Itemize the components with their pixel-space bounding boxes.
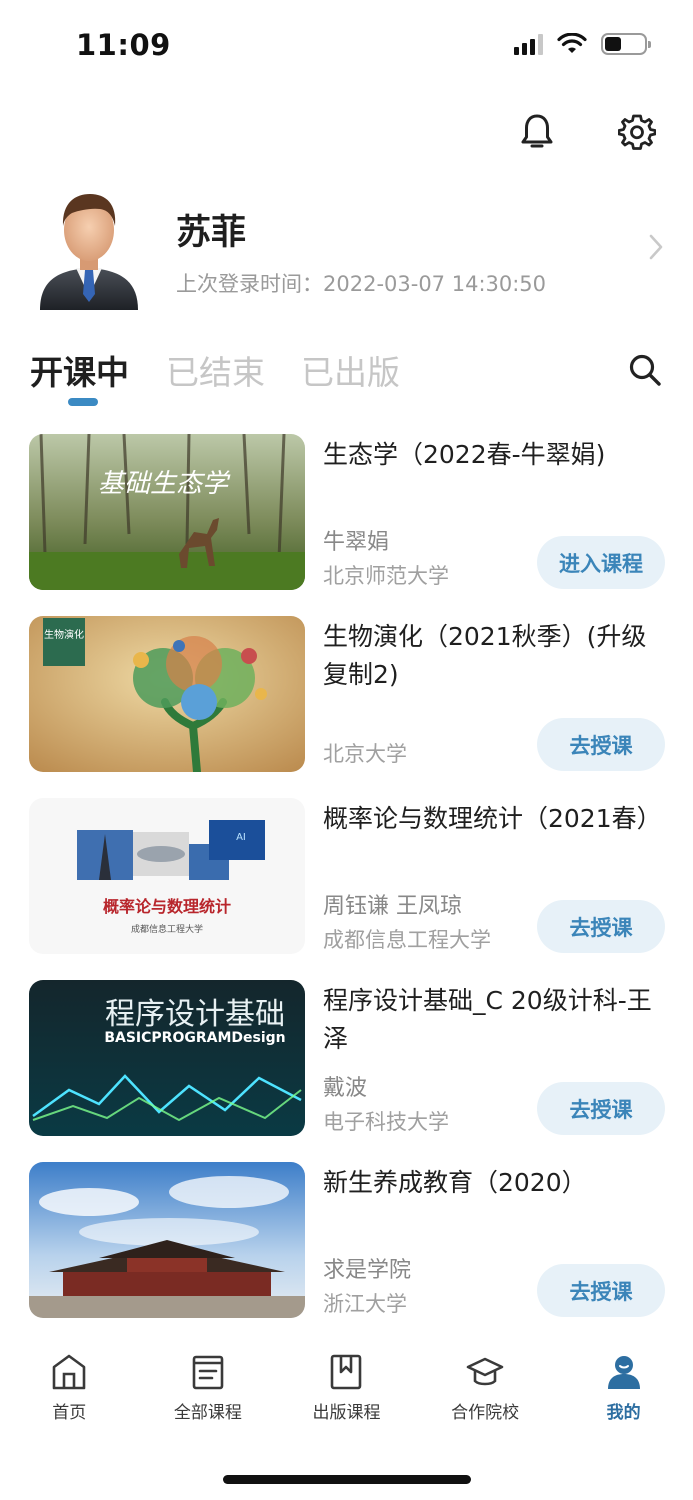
course-tabs: 开课中 已结束 已出版 <box>30 346 663 410</box>
status-bar: 11:09 <box>0 0 693 92</box>
active-tab-indicator <box>68 398 98 406</box>
course-cover: 生物演化 <box>29 616 305 772</box>
graduation-cap-icon <box>466 1357 504 1386</box>
course-school: 电子科技大学 <box>323 1110 449 1134</box>
cover-title: 程序设计基础 <box>105 997 285 1032</box>
teach-button[interactable]: 去授课 <box>537 1264 665 1317</box>
nav-label: 出版课程 <box>312 1403 381 1423</box>
course-item[interactable]: 生物演化 生物演化（2021秋季）(升级复制2) 北京大学 去授课 <box>29 616 665 772</box>
header-actions <box>515 110 659 154</box>
settings-button[interactable] <box>615 110 659 154</box>
course-school: 浙江大学 <box>323 1292 407 1316</box>
profile-name: 苏菲 <box>176 213 247 253</box>
course-title: 新生养成教育（2020） <box>323 1168 587 1197</box>
teach-button[interactable]: 去授课 <box>537 718 665 771</box>
bookmark-book-icon <box>331 1354 362 1390</box>
cover-title: 生物演化 <box>44 628 84 641</box>
cover-subtitle: BASICPROGRAMDesign <box>104 1030 285 1046</box>
profile-card[interactable]: 苏菲 上次登录时间：2022-03-07 14:30:50 <box>0 182 693 312</box>
course-teacher: 牛翠娟 <box>323 530 390 555</box>
bottom-navigation: 首页 全部课程 出版课程 合作院校 我的 <box>0 1352 693 1442</box>
course-teacher: 戴波 <box>323 1076 368 1101</box>
course-cover: 基础生态学 <box>29 434 305 590</box>
teach-button[interactable]: 去授课 <box>537 1082 665 1135</box>
cover-title: 基础生态学 <box>98 469 231 499</box>
course-title: 生物演化（2021秋季）(升级复制2) <box>323 622 647 689</box>
nav-partner-schools[interactable]: 合作院校 <box>416 1352 555 1442</box>
course-teacher: 周钰谦 王凤琼 <box>323 894 462 919</box>
nav-home[interactable]: 首页 <box>0 1352 139 1442</box>
profile-icon <box>607 1356 640 1389</box>
tab-ongoing[interactable]: 开课中 <box>30 346 129 394</box>
course-title: 生态学（2022春-牛翠娟) <box>323 440 606 469</box>
tab-published[interactable]: 已出版 <box>301 346 400 394</box>
notification-button[interactable] <box>515 110 559 154</box>
status-time: 11:09 <box>76 28 171 62</box>
search-icon[interactable] <box>627 352 663 388</box>
course-item[interactable]: 基础生态学 生态学（2022春-牛翠娟) 牛翠娟 北京师范大学 进入课程 <box>29 434 665 590</box>
nav-all-courses[interactable]: 全部课程 <box>139 1352 278 1442</box>
bell-icon <box>521 114 553 148</box>
chevron-right-icon[interactable] <box>649 234 663 260</box>
avatar <box>40 194 138 310</box>
battery-icon <box>601 33 651 55</box>
last-login-time: 上次登录时间：2022-03-07 14:30:50 <box>176 272 547 296</box>
teach-button[interactable]: 去授课 <box>537 900 665 953</box>
nav-label: 我的 <box>606 1403 641 1423</box>
course-item[interactable]: AI 概率论与数理统计 成都信息工程大学 概率论与数理统计（2021春） 周钰谦… <box>29 798 665 954</box>
cover-title: 概率论与数理统计 <box>103 897 231 916</box>
nav-published-courses[interactable]: 出版课程 <box>277 1352 416 1442</box>
course-teacher: 求是学院 <box>323 1258 412 1283</box>
course-cover: AI 概率论与数理统计 成都信息工程大学 <box>29 798 305 954</box>
course-cover <box>29 1162 305 1318</box>
home-icon <box>52 1354 86 1390</box>
course-school: 北京大学 <box>323 742 407 766</box>
course-title: 程序设计基础_C 20级计科-王泽 <box>323 986 652 1053</box>
course-title: 概率论与数理统计（2021春） <box>323 804 662 833</box>
courses-icon <box>192 1355 224 1390</box>
svg-text:AI: AI <box>236 832 246 843</box>
tab-ended[interactable]: 已结束 <box>166 346 265 394</box>
enter-course-button[interactable]: 进入课程 <box>537 536 665 589</box>
home-indicator[interactable] <box>223 1475 471 1484</box>
nav-mine[interactable]: 我的 <box>554 1352 693 1442</box>
cover-subtitle: 成都信息工程大学 <box>131 923 203 935</box>
nav-label: 全部课程 <box>173 1403 242 1423</box>
nav-label: 首页 <box>52 1403 87 1423</box>
status-icons <box>514 33 651 55</box>
cellular-signal-icon <box>514 33 543 55</box>
gear-icon <box>618 114 656 150</box>
course-school: 北京师范大学 <box>323 564 449 588</box>
course-item[interactable]: 程序设计基础 BASICPROGRAMDesign 程序设计基础_C 20级计科… <box>29 980 665 1136</box>
wifi-icon <box>557 33 587 53</box>
course-item[interactable]: 新生养成教育（2020） 求是学院 浙江大学 去授课 <box>29 1162 665 1318</box>
course-cover: 程序设计基础 BASICPROGRAMDesign <box>29 980 305 1136</box>
nav-label: 合作院校 <box>451 1403 520 1423</box>
course-school: 成都信息工程大学 <box>323 928 491 952</box>
